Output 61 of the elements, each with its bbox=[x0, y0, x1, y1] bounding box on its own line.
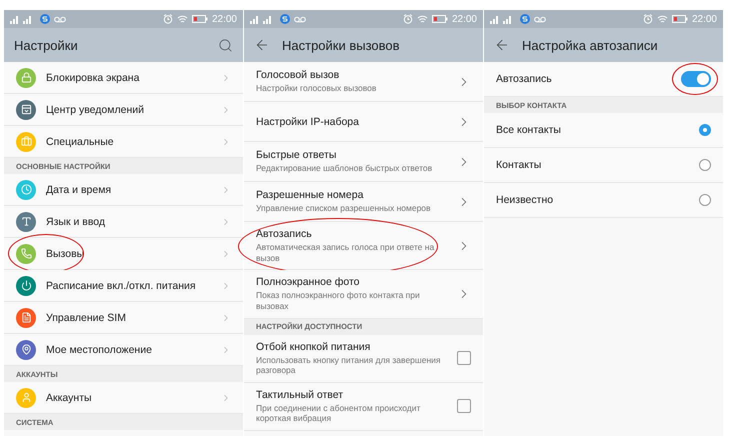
toggle-switch[interactable] bbox=[681, 71, 711, 87]
voicemail-icon bbox=[54, 16, 66, 22]
wifi-icon bbox=[176, 14, 188, 24]
wifi-icon bbox=[416, 14, 428, 24]
alarm-icon bbox=[402, 14, 413, 24]
item-title: Автозапись bbox=[496, 73, 553, 85]
item-title: Голосовой вызов bbox=[256, 69, 340, 82]
option-label: Контакты bbox=[496, 159, 542, 171]
wifi-icon bbox=[656, 14, 668, 24]
item-title: Управление SIM bbox=[46, 312, 127, 324]
item-title: Дата и время bbox=[46, 184, 112, 196]
screen-title: Настройки bbox=[14, 38, 79, 52]
item-subtitle: Автоматическая запись голоса при ответе на вызов bbox=[256, 242, 436, 264]
item-title: Настройки IP-набора bbox=[256, 116, 360, 128]
radio-button[interactable] bbox=[699, 194, 711, 206]
battery-icon bbox=[432, 15, 448, 23]
item-subtitle: Настройки голосовых вызовов bbox=[256, 83, 378, 94]
alarm-icon bbox=[162, 14, 173, 24]
checkbox[interactable] bbox=[457, 399, 471, 414]
item-title: Блокировка экрана bbox=[46, 72, 140, 84]
item-subtitle: Редактирование шаблонов быстрых ответов bbox=[256, 163, 434, 174]
item-title: Отбой кнопкой питания bbox=[256, 340, 372, 352]
item-title: Аккаунты bbox=[46, 392, 93, 404]
app-icon bbox=[520, 14, 530, 24]
screen-title: Настройка автозаписи bbox=[522, 38, 659, 52]
option-label: Неизвестно bbox=[496, 194, 554, 206]
status-time: 22:00 bbox=[692, 14, 717, 24]
item-title: Быстрые ответы bbox=[256, 149, 338, 162]
back-icon[interactable] bbox=[254, 37, 270, 53]
item-title: Автозапись bbox=[256, 228, 313, 240]
item-subtitle: Использовать кнопку питания для завершения разговора bbox=[256, 354, 442, 376]
item-subtitle: При соединении с абонентом происходит короткая вибрация bbox=[256, 402, 422, 424]
app-icon bbox=[280, 14, 290, 24]
battery-icon bbox=[672, 15, 688, 23]
option-label: Все контакты bbox=[496, 124, 562, 136]
item-title: Разрешенные номера bbox=[256, 189, 364, 202]
voicemail-icon bbox=[534, 16, 546, 22]
radio-button[interactable] bbox=[699, 124, 711, 136]
app-icon bbox=[40, 14, 50, 24]
item-subtitle: Управление списком разрешенных номеров bbox=[256, 203, 432, 214]
screen-title: Настройки вызовов bbox=[282, 38, 401, 52]
item-title: Специальные bbox=[46, 136, 115, 148]
settings-item[interactable]: Полноэкранное фото Показ полноэкранного фото контакта при вызовах bbox=[244, 270, 483, 318]
item-subtitle: Показ полноэкранного фото контакта при вызовах bbox=[256, 290, 421, 312]
item-title: Расписание вкл./откл. питания bbox=[46, 280, 197, 292]
settings-item[interactable]: Расписание вкл./откл. питания bbox=[4, 270, 243, 302]
item-title: Мое местоположение bbox=[46, 344, 153, 356]
radio-button[interactable] bbox=[699, 159, 711, 171]
alarm-icon bbox=[642, 14, 653, 24]
item-title: Язык и ввод bbox=[46, 216, 106, 228]
checkbox[interactable] bbox=[457, 351, 471, 366]
status-time: 22:00 bbox=[212, 14, 237, 24]
settings-item[interactable]: Отбой кнопкой питания Использовать кнопку питания для завершения разговора bbox=[244, 334, 483, 383]
status-time: 22:00 bbox=[452, 14, 477, 24]
back-icon[interactable] bbox=[494, 37, 510, 53]
item-title: Тактильный ответ bbox=[256, 388, 344, 401]
voicemail-icon bbox=[294, 16, 306, 22]
item-title: Центр уведомлений bbox=[46, 104, 145, 116]
search-icon[interactable] bbox=[218, 38, 233, 52]
item-title: Полноэкранное фото bbox=[256, 276, 361, 288]
battery-icon bbox=[192, 15, 208, 23]
